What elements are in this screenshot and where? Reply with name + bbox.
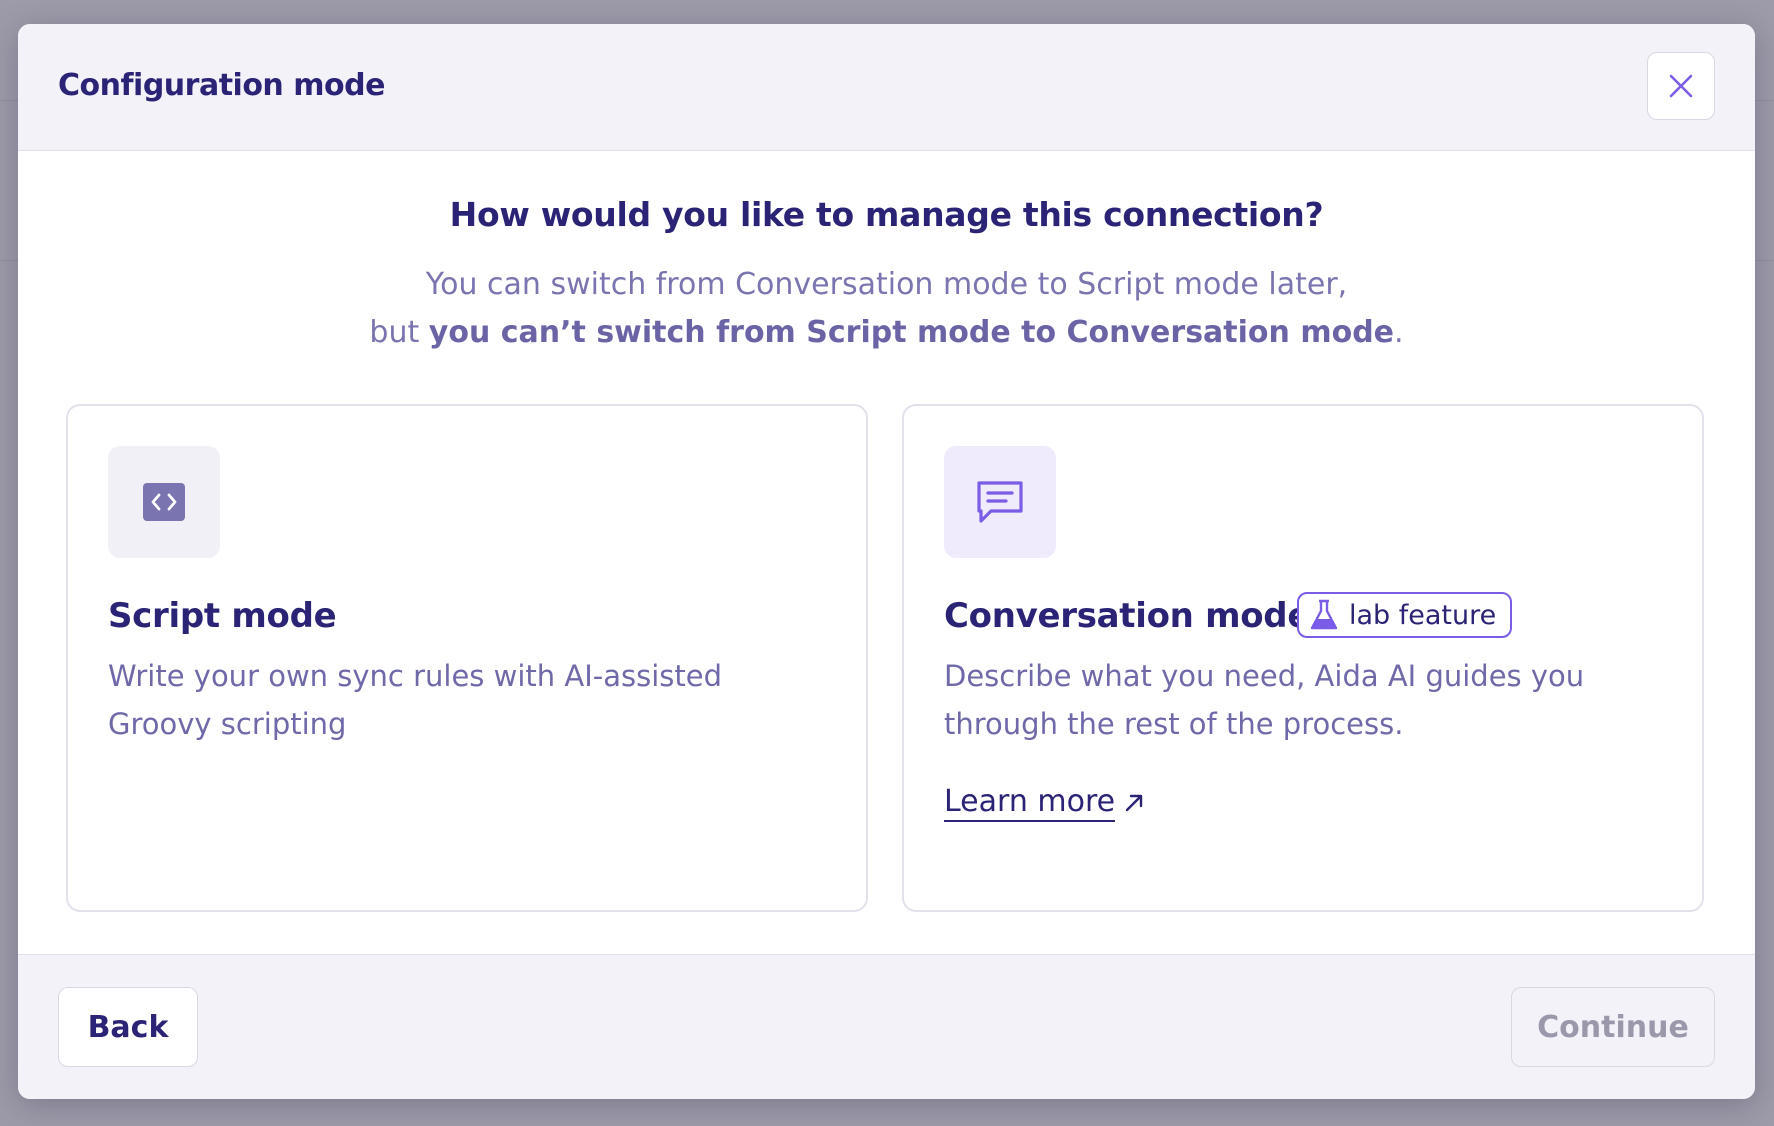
lab-feature-label: lab feature bbox=[1349, 599, 1497, 631]
subtitle-suffix: . bbox=[1394, 315, 1404, 350]
lab-feature-badge: lab feature bbox=[1297, 592, 1513, 638]
dialog-subtitle: You can switch from Conversation mode to… bbox=[18, 261, 1755, 357]
conversation-mode-card[interactable]: Conversation mode lab feature Describe w… bbox=[902, 404, 1704, 912]
chat-icon bbox=[977, 481, 1023, 523]
conversation-mode-icon-tile bbox=[944, 446, 1056, 558]
script-mode-card[interactable]: Script mode Write your own sync rules wi… bbox=[66, 404, 868, 912]
subtitle-line-2: but you can’t switch from Script mode to… bbox=[18, 309, 1755, 357]
close-icon bbox=[1669, 74, 1693, 98]
external-arrow-icon bbox=[1125, 794, 1143, 812]
conversation-mode-description: Describe what you need, Aida AI guides y… bbox=[944, 659, 1585, 741]
dialog-body: How would you like to manage this connec… bbox=[18, 151, 1755, 955]
learn-more-label: Learn more bbox=[944, 784, 1116, 822]
dialog-question: How would you like to manage this connec… bbox=[449, 195, 1324, 234]
close-button[interactable] bbox=[1647, 52, 1715, 120]
subtitle-prefix: but bbox=[369, 315, 429, 350]
flask-icon bbox=[1310, 599, 1338, 630]
subtitle-emphasis: you can’t switch from Script mode to Con… bbox=[428, 315, 1395, 350]
dialog-header: Configuration mode bbox=[18, 24, 1755, 151]
script-mode-title: Script mode bbox=[108, 596, 337, 636]
learn-more-link[interactable]: Learn more bbox=[944, 784, 1145, 822]
dialog-title: Configuration mode bbox=[58, 68, 385, 103]
continue-button[interactable]: Continue bbox=[1511, 987, 1715, 1067]
subtitle-line-1: You can switch from Conversation mode to… bbox=[425, 267, 1348, 302]
script-mode-icon-tile bbox=[108, 446, 220, 558]
configuration-mode-dialog: Configuration mode How would you like to… bbox=[18, 24, 1755, 1099]
conversation-mode-title: Conversation mode bbox=[944, 596, 1311, 636]
code-icon bbox=[143, 483, 185, 521]
back-button[interactable]: Back bbox=[58, 987, 198, 1067]
dialog-footer: Back Continue bbox=[18, 954, 1755, 1099]
script-mode-description: Write your own sync rules with AI-assist… bbox=[108, 659, 722, 741]
